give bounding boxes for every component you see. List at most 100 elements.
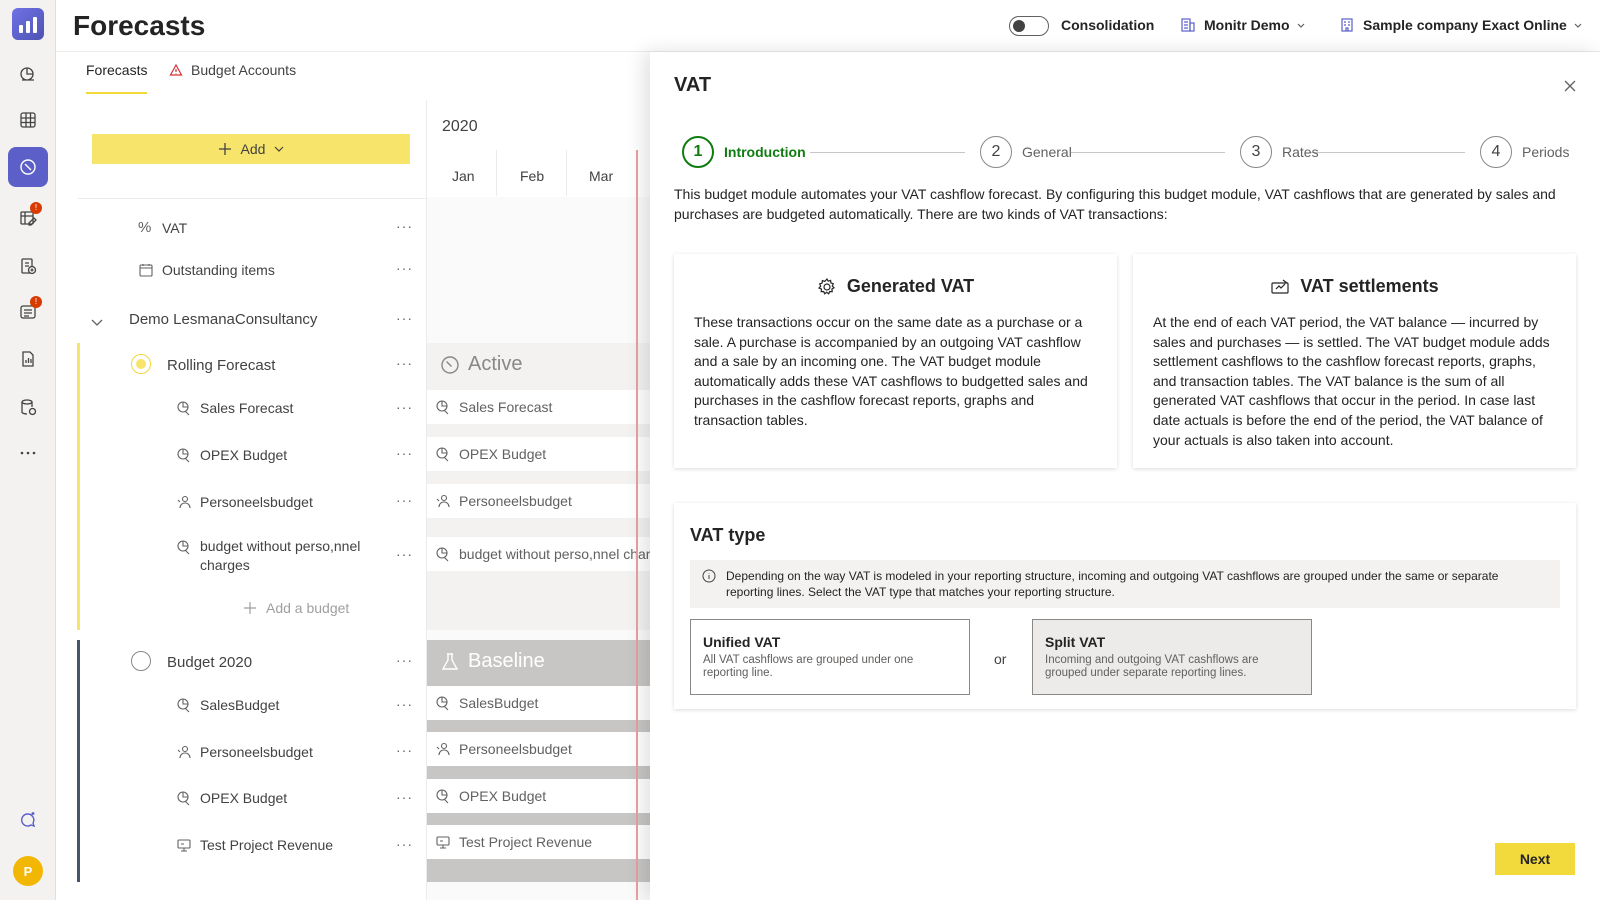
more-options-button[interactable]: ··· [396,355,413,371]
card-title: Generated VAT [846,276,975,296]
timeline-bar[interactable]: SalesBudget [427,686,650,720]
more-icon [20,451,36,455]
tab-forecasts[interactable]: Forecasts [86,62,148,94]
option-title: Unified VAT [703,634,781,650]
transactions-nav-button[interactable]: ! [8,292,48,332]
tree-item-vat[interactable]: % VAT [138,220,188,237]
step-introduction[interactable]: 1 Introduction [682,136,806,168]
close-icon[interactable] [1562,78,1578,94]
warning-badge: ! [30,202,42,214]
forecast-title-rolling[interactable]: Rolling Forecast [167,357,275,374]
timeline-month: Jan [452,168,475,184]
budget-item[interactable]: OPEX Budget [176,790,287,806]
tab-budget-accounts[interactable]: Budget Accounts [191,62,296,78]
forecasts-nav-button[interactable] [8,147,48,187]
budget-item[interactable]: Sales Forecast [176,400,293,416]
user-avatar[interactable]: P [13,856,43,886]
budget-item[interactable]: SalesBudget [176,697,279,713]
chart-budget-icon [436,696,449,711]
budget-label: OPEX Budget [200,447,288,463]
tree-item-label: VAT [162,220,188,236]
budget-edit-nav-button[interactable]: ! [8,198,48,238]
tenant-selector[interactable]: Monitr Demo [1204,17,1306,33]
people-icon [436,742,450,756]
budget-item[interactable]: Personeelsbudget [176,494,313,510]
more-options-button[interactable]: ··· [396,218,413,234]
vat-type-section: VAT type Depending on the way VAT is mod… [674,503,1576,709]
more-nav-button[interactable] [8,433,48,473]
chevron-down-icon [1574,23,1582,28]
step-rates[interactable]: 3 Rates [1240,136,1319,168]
info-text: Depending on the way VAT is modeled in y… [726,569,1499,599]
timeline-bar[interactable]: Test Project Revenue [427,825,650,859]
step-periods[interactable]: 4 Periods [1480,136,1569,168]
step-general[interactable]: 2 General [980,136,1072,168]
next-button[interactable]: Next [1495,843,1575,875]
more-options-button[interactable]: ··· [396,399,413,415]
forecast-radio-budget-2020[interactable] [131,651,151,671]
chart-budget-icon [177,698,190,713]
budget-item[interactable]: budget without perso,nnel charges [176,537,386,575]
project-icon [436,836,450,849]
unified-vat-option[interactable]: Unified VAT All VAT cashflows are groupe… [690,619,970,695]
company-label: Sample company Exact Online [1363,17,1567,33]
add-budget-button[interactable]: Add a budget [242,600,349,616]
forecast-radio-rolling[interactable] [131,354,151,374]
budget-item[interactable]: Personeelsbudget [176,744,313,760]
today-marker [636,150,638,900]
tree-item-outstanding[interactable]: Outstanding items [138,262,275,278]
chart-budget-icon [436,547,449,562]
budget-label: Test Project Revenue [200,837,334,853]
intro-text: This budget module automates your VAT ca… [674,186,1556,222]
project-icon [177,839,191,852]
budget-item[interactable]: OPEX Budget [176,447,287,463]
timeline-bar[interactable]: Personeelsbudget [427,732,650,766]
report-icon [22,351,34,367]
timeline-bar[interactable]: OPEX Budget [427,779,650,813]
chat-nav-button[interactable] [8,800,48,840]
vat-panel: VAT 1 Introduction 2 General 3 Rates 4 P… [650,52,1600,900]
split-vat-option[interactable]: Split VAT Incoming and outgoing VAT cash… [1032,619,1312,695]
chevron-down-icon [275,146,284,152]
card-body: At the end of each VAT period, the VAT b… [1153,314,1550,448]
app-logo[interactable] [12,8,44,40]
budget-item[interactable]: Test Project Revenue [176,837,333,853]
more-options-button[interactable]: ··· [396,836,413,852]
more-options-button[interactable]: ··· [396,696,413,712]
reports-nav-button[interactable] [8,339,48,379]
more-options-button[interactable]: ··· [396,742,413,758]
vat-type-title: VAT type [690,525,766,545]
forecast-title-budget-2020[interactable]: Budget 2020 [167,654,252,671]
timeline-bar[interactable]: OPEX Budget [427,437,650,471]
people-icon [436,494,450,508]
consolidation-toggle[interactable] [1009,16,1049,36]
more-options-button[interactable]: ··· [396,789,413,805]
company-selector[interactable]: Sample company Exact Online [1363,17,1583,33]
card-body: These transactions occur on the same dat… [694,314,1088,428]
more-options-button[interactable]: ··· [396,652,413,668]
forecast-status-active: Active [440,353,522,376]
more-options-button[interactable]: ··· [396,546,413,562]
timeline-bar[interactable]: Personeelsbudget [427,484,650,518]
group-title[interactable]: Demo LesmanaConsultancy [129,311,317,328]
budget-label: Sales Forecast [200,400,294,416]
chart-budget-icon [436,447,449,462]
budget-label: Personeelsbudget [200,744,313,760]
database-nav-button[interactable] [8,387,48,427]
building-icon [1181,18,1195,32]
timeline-bar[interactable]: Sales Forecast [427,390,650,424]
more-options-button[interactable]: ··· [396,445,413,461]
more-options-button[interactable]: ··· [396,492,413,508]
flask-icon [441,652,459,670]
warning-icon [169,63,183,76]
dashboard-nav-button[interactable] [8,54,48,94]
company-icon [1341,18,1353,32]
add-button[interactable]: Add [92,134,410,164]
more-options-button[interactable]: ··· [396,310,413,326]
chevron-down-icon[interactable] [90,315,104,329]
grid-nav-button[interactable] [8,100,48,140]
more-options-button[interactable]: ··· [396,260,413,276]
timeline-bar[interactable]: budget without perso,nnel charges [427,537,650,571]
gauge-icon [441,355,459,374]
add-document-nav-button[interactable] [8,246,48,286]
